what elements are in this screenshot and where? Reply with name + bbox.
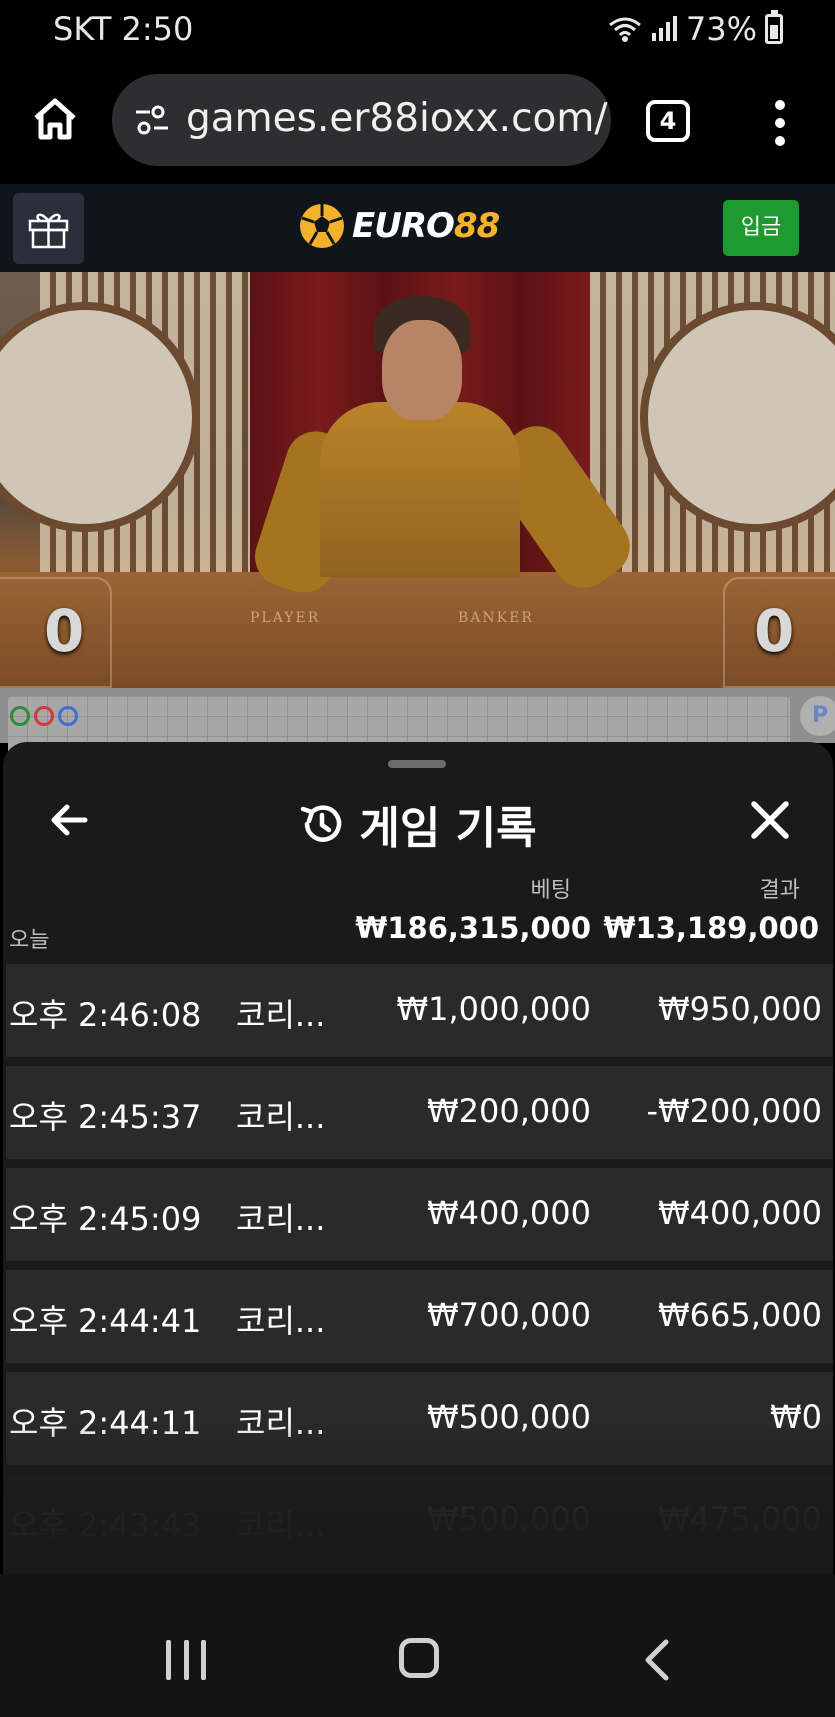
back-nav-icon[interactable]: [638, 1638, 678, 1682]
row-game: 코리...: [236, 996, 326, 1034]
row-bet: ₩500,000: [427, 1500, 591, 1538]
status-icons: 73%: [608, 10, 783, 48]
recents-icon[interactable]: [166, 1640, 206, 1680]
browser-toolbar: games.er88ioxx.com/L 4: [0, 64, 835, 184]
tab-switcher-button[interactable]: 4: [646, 100, 690, 142]
gift-icon: [28, 213, 69, 249]
history-row[interactable]: 오후 2:43:43 코리... ₩500,000 ₩475,000: [6, 1474, 833, 1567]
history-row[interactable]: 오후 2:44:41 코리... ₩700,000 ₩665,000: [6, 1270, 833, 1363]
history-row[interactable]: 오후 2:45:37 코리... ₩200,000 -₩200,000: [6, 1066, 833, 1159]
row-game: 코리...: [236, 1506, 326, 1544]
home-icon[interactable]: [30, 94, 80, 144]
history-icon: [301, 805, 342, 842]
row-bet: ₩700,000: [427, 1296, 591, 1334]
deposit-button[interactable]: 입금: [723, 200, 799, 256]
row-game: 코리...: [236, 1404, 326, 1442]
player-area-label: PLAYER: [250, 610, 321, 626]
today-label: 오늘: [9, 928, 50, 953]
logo-text-euro: EURO: [352, 206, 455, 246]
row-game: 코리...: [236, 1302, 326, 1340]
live-dealer-video[interactable]: PLAYER BANKER 0 0: [0, 272, 835, 688]
dealer-head: [382, 320, 462, 420]
sheet-title: 게임 기록: [3, 792, 833, 856]
row-time: 오후 2:45:37: [9, 1098, 202, 1136]
banker-score: 0: [754, 597, 795, 665]
carrier-time: SKT 2:50: [53, 10, 194, 48]
bead-tie-marker: [10, 706, 30, 726]
close-icon[interactable]: [745, 795, 795, 845]
more-menu-icon[interactable]: [770, 100, 790, 146]
row-result: ₩950,000: [658, 990, 822, 1028]
battery-percent: 73%: [685, 10, 757, 48]
row-bet: ₩400,000: [427, 1194, 591, 1232]
row-time: 오후 2:45:09: [9, 1200, 202, 1238]
euro88-logo[interactable]: EURO88: [298, 198, 500, 254]
logo-text-88: 88: [453, 206, 500, 246]
row-time: 오후 2:46:08: [9, 996, 202, 1034]
history-row[interactable]: 오후 2:46:08 코리... ₩1,000,000 ₩950,000: [6, 964, 833, 1057]
total-bet: ₩186,315,000: [355, 911, 591, 945]
site-header: EURO88 입금: [0, 184, 835, 272]
gift-button[interactable]: [13, 193, 84, 264]
row-bet: ₩500,000: [427, 1398, 591, 1436]
bead-player-marker: [58, 706, 78, 726]
roadmap-strip[interactable]: P: [0, 688, 835, 756]
row-game: 코리...: [236, 1200, 326, 1238]
column-header-result: 결과: [759, 878, 800, 903]
home-nav-icon[interactable]: [399, 1638, 439, 1678]
system-nav-bar: [0, 1574, 835, 1717]
sheet-title-text: 게임 기록: [359, 803, 537, 854]
battery-icon: [765, 10, 783, 44]
history-row[interactable]: 오후 2:45:09 코리... ₩400,000 ₩400,000: [6, 1168, 833, 1261]
row-result: ₩475,000: [658, 1500, 822, 1538]
row-time: 오후 2:44:11: [9, 1404, 202, 1442]
row-result: ₩0: [770, 1398, 822, 1436]
dealer: [320, 402, 520, 577]
row-bet: ₩200,000: [427, 1092, 591, 1130]
player-side-marker: P: [800, 696, 835, 736]
address-bar[interactable]: games.er88ioxx.com/L: [112, 74, 611, 166]
bead-banker-marker: [34, 706, 54, 726]
player-score: 0: [44, 597, 85, 665]
row-result: ₩400,000: [658, 1194, 822, 1232]
row-result: ₩665,000: [658, 1296, 822, 1334]
total-result: ₩13,189,000: [603, 911, 819, 945]
wifi-icon: [608, 17, 641, 42]
banker-area-label: BANKER: [458, 610, 534, 626]
baccarat-table: [0, 572, 835, 688]
history-list: 오후 2:46:08 코리... ₩1,000,000 ₩950,000 오후 …: [6, 964, 833, 1574]
row-time: 오후 2:43:43: [9, 1506, 202, 1544]
row-bet: ₩1,000,000: [396, 990, 592, 1028]
sheet-drag-handle[interactable]: [388, 760, 446, 768]
status-bar: SKT 2:50 73%: [0, 0, 835, 64]
row-result: -₩200,000: [646, 1092, 822, 1130]
row-game: 코리...: [236, 1098, 326, 1136]
site-settings-icon[interactable]: [132, 100, 172, 140]
game-history-sheet: 게임 기록 베팅 결과 오늘 ₩186,315,000 ₩13,189,000 …: [3, 742, 833, 1574]
history-row[interactable]: 오후 2:44:11 코리... ₩500,000 ₩0: [6, 1372, 833, 1465]
signal-icon: [651, 16, 677, 41]
column-header-bet: 베팅: [530, 878, 571, 903]
row-time: 오후 2:44:41: [9, 1302, 202, 1340]
soccer-ball-icon: [300, 204, 344, 248]
url-text[interactable]: games.er88ioxx.com/L: [186, 96, 611, 141]
